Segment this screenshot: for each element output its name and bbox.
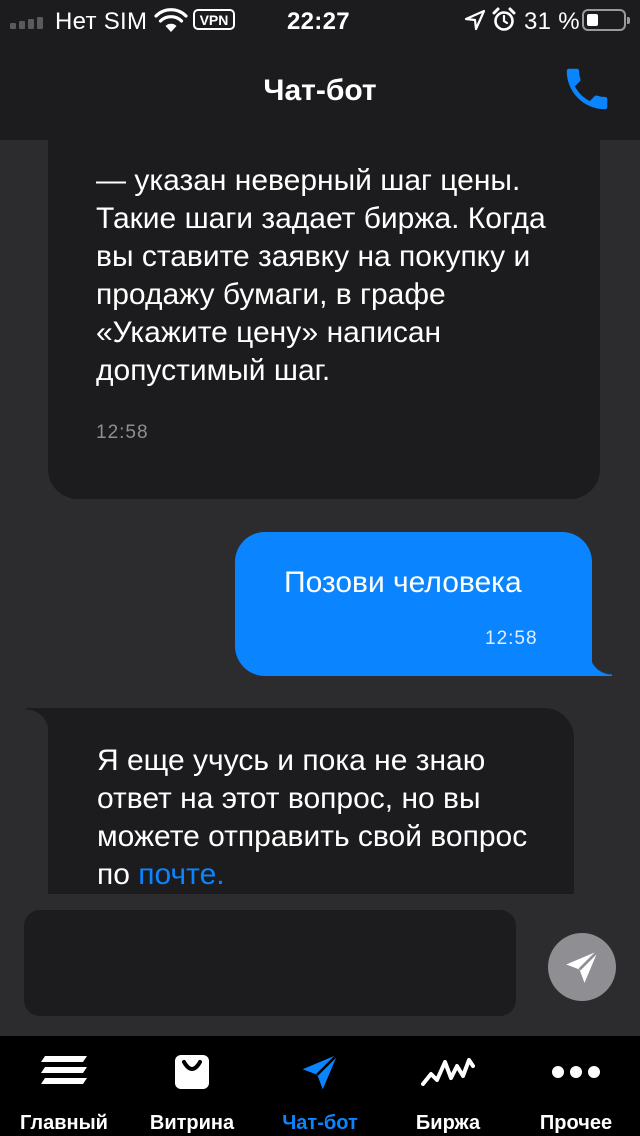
tab-exchange[interactable]: Биржа	[384, 1036, 512, 1136]
bot-message: — указан неверный шаг цены. Такие шаги з…	[48, 140, 600, 499]
message-text: — указан неверный шаг цены. Такие шаги з…	[96, 164, 546, 387]
tab-chat[interactable]: Чат-бот	[256, 1036, 384, 1136]
tab-label: Биржа	[415, 1112, 481, 1134]
send-arrow-icon	[566, 950, 599, 983]
message-input[interactable]	[24, 910, 516, 1016]
activity-line-icon	[418, 1050, 478, 1094]
alarm-icon	[492, 7, 516, 31]
tab-bar: Главный Витрина Чат-бот Биржа Прочее	[0, 1036, 640, 1136]
chat-screen: Нет SIM VPN 22:27 31 % Чат-бот — указан …	[0, 0, 640, 1136]
chat-messages[interactable]: — указан неверный шаг цены. Такие шаги з…	[0, 140, 640, 894]
page-title: Чат-бот	[263, 74, 377, 107]
signal-icon	[10, 17, 43, 29]
bot-message: Я еще учусь и пока не знаю ответ на этот…	[26, 708, 574, 894]
tab-showcase[interactable]: Витрина	[128, 1036, 256, 1136]
tab-label: Витрина	[149, 1112, 235, 1134]
vpn-badge: VPN	[193, 9, 235, 30]
message-time: 12:58	[485, 628, 538, 649]
wifi-icon	[154, 8, 188, 32]
tab-label: Прочее	[539, 1112, 613, 1134]
phone-icon[interactable]	[560, 62, 614, 116]
email-link[interactable]: почте.	[138, 858, 224, 891]
status-time: 22:27	[287, 8, 350, 35]
tab-more[interactable]: Прочее	[512, 1036, 640, 1136]
shopping-bag-icon	[162, 1050, 222, 1094]
status-bar: Нет SIM VPN 22:27 31 %	[0, 0, 640, 40]
battery-icon	[582, 9, 630, 31]
battery-fill	[587, 14, 598, 26]
location-arrow-icon	[464, 9, 486, 31]
tab-label: Главный	[20, 1112, 108, 1134]
nav-bar: Чат-бот	[0, 40, 640, 140]
message-text: Позови человека	[284, 566, 522, 599]
tab-home[interactable]: Главный	[0, 1036, 128, 1136]
carrier-label: Нет SIM	[55, 8, 148, 35]
message-time: 12:58	[96, 422, 149, 443]
tab-label: Чат-бот	[282, 1112, 358, 1134]
send-button[interactable]	[548, 933, 616, 1001]
battery-percent: 31 %	[524, 8, 580, 35]
message-text: Я еще учусь и пока не знаю ответ на этот…	[97, 742, 547, 894]
paper-plane-icon	[290, 1050, 350, 1094]
more-dots-icon	[546, 1050, 606, 1094]
stack-lines-icon	[34, 1050, 94, 1094]
user-message: Позови человека 12:58	[235, 532, 612, 676]
composer	[0, 894, 640, 1036]
